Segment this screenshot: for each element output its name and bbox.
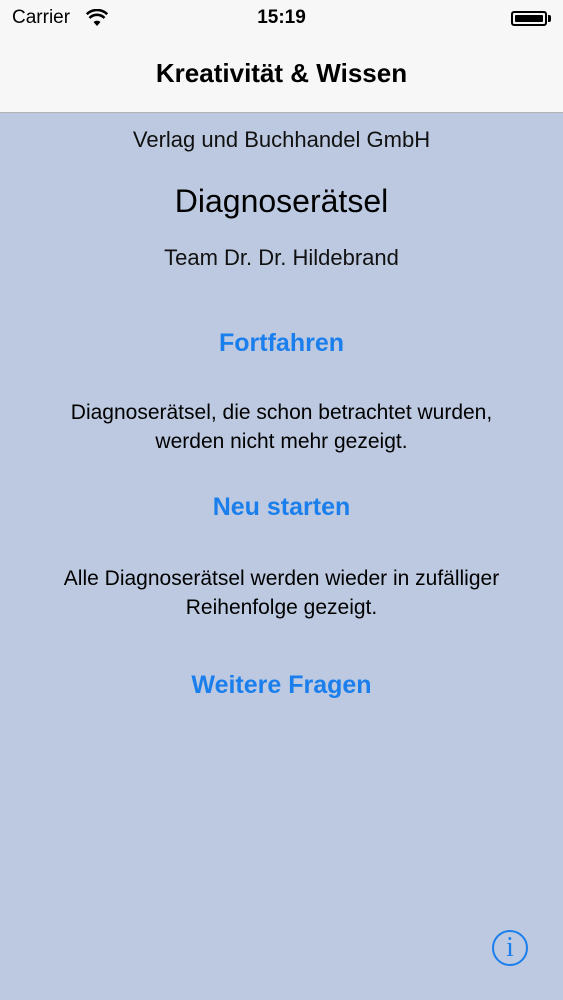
battery-body [511,11,547,26]
navigation-bar: Kreativität & Wissen [0,40,563,113]
publisher-label: Verlag und Buchhandel GmbH [132,127,431,152]
battery-icon [511,11,551,26]
status-bar: Carrier 15:19 [0,0,563,40]
nav-title: Kreativität & Wissen [155,58,408,88]
more-questions-button[interactable]: Weitere Fragen [0,671,563,700]
battery-level-fill [515,15,543,22]
status-time: 15:19 [257,7,306,28]
continue-button[interactable]: Fortfahren [0,329,563,358]
app-screen: Carrier 15:19 Kreativität & Wissen Verla… [0,0,563,1000]
page-title: Diagnoserätsel [174,183,389,219]
continue-description: Diagnoserätsel, die schon betrachtet wur… [70,401,493,453]
main-content: Verlag und Buchhandel GmbH Diagnoserätse… [0,113,563,1000]
battery-tip [548,15,551,22]
restart-button[interactable]: Neu starten [0,493,563,522]
info-icon[interactable]: i [492,930,528,966]
restart-description: Alle Diagnoserätsel werden wieder in zuf… [63,567,500,619]
team-label: Team Dr. Dr. Hildebrand [164,245,399,270]
